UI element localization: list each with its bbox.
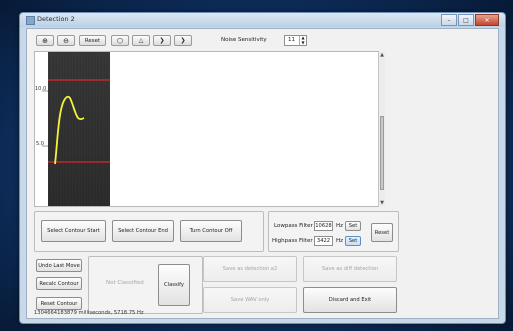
lowpass-filter-input[interactable]: 10628 <box>314 221 333 231</box>
classify-button[interactable]: Classify <box>158 264 190 306</box>
zoom-out-button[interactable]: ⊖ <box>57 35 75 46</box>
chevron-right-icon: ❯ <box>159 37 165 44</box>
hexagon-icon: ⬡ <box>116 36 124 45</box>
window-controls: – □ ✕ <box>440 14 499 26</box>
highpass-filter-label: Highpass Filter <box>272 238 313 244</box>
spectrogram-panel: 10.0 5.0 ▲ ▼ <box>34 51 385 207</box>
highpass-set-button[interactable]: Set <box>345 236 361 246</box>
save-wav-only-button[interactable]: Save WAV only <box>203 287 297 313</box>
minimize-icon: – <box>447 16 451 24</box>
chevron-right-double-icon: ❯ <box>180 37 186 44</box>
filter-group: Lowpass Filter 10628 Hz Set Highpass Fil… <box>268 211 399 252</box>
classification-status: Not Classified <box>106 280 144 286</box>
app-icon <box>26 16 35 25</box>
lowpass-unit-label: Hz <box>336 223 344 229</box>
triangle-up-icon: △ <box>138 37 144 44</box>
reset-zoom-button[interactable]: Reset <box>79 35 106 46</box>
status-text: 1304664183879 milliseconds, 5718.75 Hz <box>34 310 144 316</box>
vertical-scrollbar[interactable]: ▲ ▼ <box>378 52 385 206</box>
close-icon: ✕ <box>484 16 490 24</box>
highpass-filter-input[interactable]: 3422 <box>314 236 333 246</box>
select-contour-start-button[interactable]: Select Contour Start <box>41 220 106 242</box>
highpass-unit-label: Hz <box>336 238 344 244</box>
undo-last-move-button[interactable]: Undo Last Move <box>36 259 82 272</box>
discard-and-exit-button[interactable]: Discard and Exit <box>303 287 397 313</box>
scroll-up-icon[interactable]: ▲ <box>379 52 385 58</box>
zoom-out-icon: ⊖ <box>63 36 69 45</box>
zoom-in-button[interactable]: ⊕ <box>36 35 54 46</box>
nav-prev-button[interactable]: ❯ <box>153 35 171 46</box>
select-contour-end-button[interactable]: Select Contour End <box>112 220 174 242</box>
nav-first-button[interactable]: ⬡ <box>111 35 129 46</box>
contour-group: Select Contour Start Select Contour End … <box>34 211 264 252</box>
lowpass-set-button[interactable]: Set <box>345 221 361 231</box>
classification-group: Not Classified Classify <box>88 256 203 314</box>
noise-sensitivity-value: 11 <box>288 37 295 43</box>
close-button[interactable]: ✕ <box>475 14 499 26</box>
contour-line <box>54 95 85 165</box>
reset-contour-button[interactable]: Reset Contour <box>36 297 82 310</box>
scroll-down-icon[interactable]: ▼ <box>379 200 385 206</box>
window-title: Detection 2 <box>37 15 75 23</box>
recalc-contour-button[interactable]: Recalc Contour <box>36 277 82 290</box>
contour-overlay[interactable] <box>35 52 378 206</box>
nav-up-button[interactable]: △ <box>132 35 150 46</box>
spinner-arrows-icon[interactable]: ▲ ▼ <box>299 35 306 45</box>
maximize-icon: □ <box>463 16 469 24</box>
client-area: ⊕ ⊖ Reset ⬡ △ ❯ ❯ Noise Sensitivity 11 ▲… <box>26 28 499 319</box>
noise-sensitivity-spinner[interactable]: 11 ▲ ▼ <box>284 35 307 46</box>
maximize-button[interactable]: □ <box>458 14 474 26</box>
scroll-thumb[interactable] <box>380 116 384 190</box>
filter-reset-button[interactable]: Reset <box>371 223 393 242</box>
save-as-diff-detection-button[interactable]: Save as diff detection <box>303 256 397 282</box>
noise-sensitivity-label: Noise Sensitivity <box>221 37 267 43</box>
turn-contour-off-button[interactable]: Turn Contour Off <box>180 220 242 242</box>
minimize-button[interactable]: – <box>441 14 457 26</box>
save-as-detection-button[interactable]: Save as detection a2 <box>203 256 297 282</box>
nav-next-button[interactable]: ❯ <box>174 35 192 46</box>
zoom-in-icon: ⊕ <box>42 36 48 45</box>
lowpass-filter-label: Lowpass Filter <box>274 223 313 229</box>
title-bar[interactable]: Detection 2 – □ ✕ <box>20 13 505 27</box>
detection-window: Detection 2 – □ ✕ ⊕ ⊖ Reset ⬡ △ ❯ ❯ Nois… <box>19 12 506 324</box>
